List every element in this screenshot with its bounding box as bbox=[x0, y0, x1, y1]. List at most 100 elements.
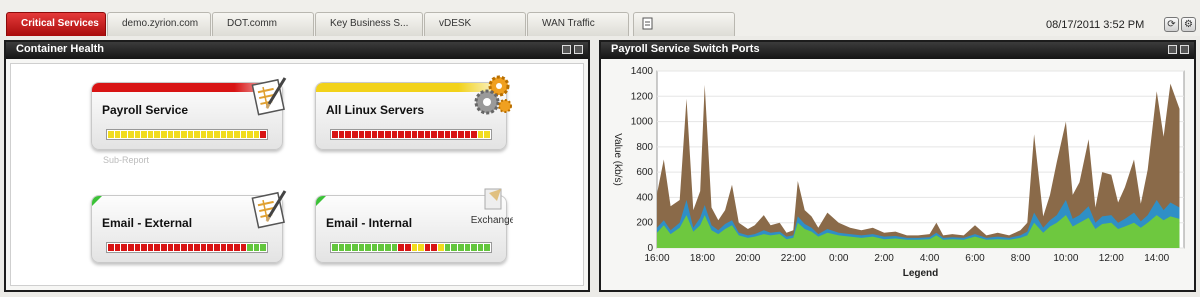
y-tick-label: 800 bbox=[636, 142, 653, 153]
refresh-button[interactable]: ⟳ bbox=[1164, 17, 1179, 32]
x-tick-label: 12:00 bbox=[1099, 253, 1124, 264]
health-segment bbox=[187, 244, 194, 251]
health-segment bbox=[114, 131, 121, 138]
health-segment bbox=[391, 131, 398, 138]
health-segment bbox=[141, 244, 147, 251]
health-segment bbox=[147, 244, 154, 251]
legend-label[interactable]: Legend bbox=[903, 268, 939, 279]
health-segment bbox=[378, 131, 384, 138]
health-segment bbox=[398, 244, 404, 251]
health-segment bbox=[260, 131, 266, 138]
health-segment bbox=[431, 244, 437, 251]
health-segment bbox=[194, 131, 200, 138]
health-segment bbox=[121, 244, 127, 251]
tab-new[interactable] bbox=[633, 12, 735, 36]
health-segment bbox=[200, 131, 207, 138]
health-segment bbox=[351, 131, 358, 138]
health-segment bbox=[227, 244, 233, 251]
health-segment bbox=[127, 244, 134, 251]
health-segment bbox=[385, 244, 391, 251]
exchange-icon: Exchange bbox=[471, 188, 513, 226]
health-segment bbox=[121, 131, 127, 138]
card-title: Payroll Service bbox=[102, 103, 189, 117]
x-tick-label: 10:00 bbox=[1053, 253, 1078, 264]
health-segment bbox=[391, 244, 398, 251]
settings-button[interactable]: ⚙ bbox=[1181, 17, 1196, 32]
panel-menu-icon[interactable] bbox=[1168, 45, 1177, 54]
card-title: Email - External bbox=[102, 216, 193, 230]
health-segment bbox=[187, 131, 194, 138]
card-subtext: Sub-Report bbox=[103, 155, 150, 165]
panel-title: Container Health bbox=[16, 43, 105, 55]
tab-4[interactable]: vDESK bbox=[424, 12, 526, 36]
health-segment bbox=[457, 244, 464, 251]
panel-maximize-icon[interactable] bbox=[1180, 45, 1189, 54]
health-segment bbox=[484, 244, 490, 251]
y-tick-label: 600 bbox=[636, 167, 653, 178]
datetime: 08/17/2011 3:52 PM bbox=[1046, 19, 1145, 31]
tab-1[interactable]: demo.zyrion.com bbox=[107, 12, 211, 36]
switch-ports-panel: Payroll Service Switch Ports 0 200 400 600 8… bbox=[599, 40, 1196, 292]
health-segment bbox=[418, 244, 424, 251]
health-segment bbox=[431, 131, 437, 138]
health-segment bbox=[174, 244, 180, 251]
health-bar bbox=[106, 129, 268, 140]
status-corner bbox=[316, 196, 326, 206]
health-segment bbox=[358, 244, 365, 251]
health-segment bbox=[484, 131, 490, 138]
health-segment bbox=[385, 131, 391, 138]
card-title: All Linux Servers bbox=[326, 103, 425, 117]
health-segment bbox=[404, 244, 411, 251]
health-bar bbox=[106, 242, 268, 253]
health-segment bbox=[338, 244, 345, 251]
health-segment bbox=[424, 244, 431, 251]
health-segment bbox=[371, 131, 378, 138]
health-segment bbox=[233, 244, 240, 251]
tab-0[interactable]: Critical Services bbox=[6, 12, 106, 36]
health-segment bbox=[451, 131, 457, 138]
health-segment bbox=[214, 244, 220, 251]
health-segment bbox=[134, 131, 141, 138]
tab-5[interactable]: WAN Traffic bbox=[527, 12, 629, 36]
health-segment bbox=[471, 244, 477, 251]
health-segment bbox=[477, 131, 484, 138]
health-segment bbox=[233, 131, 240, 138]
health-segment bbox=[424, 131, 431, 138]
health-segment bbox=[154, 244, 160, 251]
health-segment bbox=[411, 131, 418, 138]
x-tick-label: 20:00 bbox=[735, 253, 760, 264]
panel-header: Payroll Service Switch Ports bbox=[601, 42, 1194, 59]
health-segment bbox=[345, 244, 351, 251]
health-segment bbox=[247, 131, 253, 138]
container-health-panel: Container Health Payroll Service Sub-Repo… bbox=[4, 40, 590, 292]
health-segment bbox=[174, 131, 180, 138]
health-segment bbox=[464, 131, 471, 138]
switch-ports-chart: 020040060080010001200140016:00 18:00 20:00… bbox=[612, 66, 1185, 279]
health-segment bbox=[147, 131, 154, 138]
x-tick-label: 16:00 bbox=[644, 253, 669, 264]
container-health-body: Payroll Service Sub-Report All Linux Serve… bbox=[10, 63, 584, 286]
health-segment bbox=[260, 244, 266, 251]
health-segment bbox=[477, 244, 484, 251]
gear-icon: ⚙ bbox=[1184, 19, 1193, 30]
health-segment bbox=[200, 244, 207, 251]
y-tick-label: 1200 bbox=[631, 91, 654, 102]
panel-menu-icon[interactable] bbox=[562, 45, 571, 54]
health-segment bbox=[438, 244, 444, 251]
health-segment bbox=[134, 244, 141, 251]
y-tick-label: 200 bbox=[636, 218, 653, 229]
x-tick-label: 18:00 bbox=[690, 253, 715, 264]
health-segment bbox=[438, 131, 444, 138]
tab-2[interactable]: DOT.comm bbox=[212, 12, 314, 36]
health-segment bbox=[247, 244, 253, 251]
health-segment bbox=[108, 131, 114, 138]
panel-maximize-icon[interactable] bbox=[574, 45, 583, 54]
health-segment bbox=[220, 244, 227, 251]
x-tick-label: 6:00 bbox=[965, 253, 985, 264]
health-segment bbox=[411, 244, 418, 251]
panel-header: Container Health bbox=[6, 42, 588, 59]
health-segment bbox=[253, 131, 260, 138]
tab-3[interactable]: Key Business S... bbox=[315, 12, 423, 36]
health-segment bbox=[127, 131, 134, 138]
health-segment bbox=[351, 244, 358, 251]
